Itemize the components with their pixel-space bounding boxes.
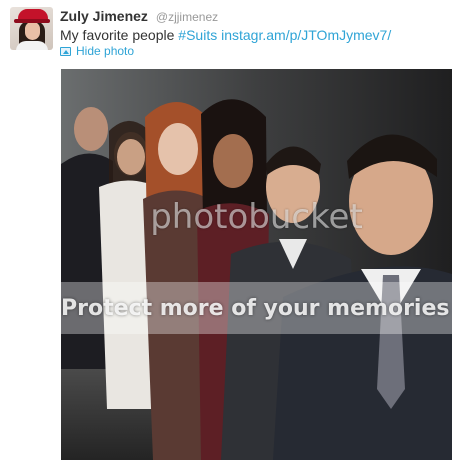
hide-photo-button[interactable]: Hide photo [60, 44, 134, 58]
hashtag-link[interactable]: #Suits [178, 27, 217, 43]
hide-photo-label: Hide photo [76, 44, 135, 58]
tweet-header: Zuly Jimenez @zjjimenez [60, 8, 218, 26]
avatar[interactable] [10, 7, 53, 50]
user-handle[interactable]: @zjjimenez [156, 10, 218, 24]
tweet-photo[interactable]: photobucket Protect more of your memorie… [61, 69, 452, 460]
instagram-link[interactable]: instagr.am/p/JTOmJymev7/ [221, 27, 391, 43]
tweet: Zuly Jimenez @zjjimenez My favorite peopl… [0, 0, 457, 463]
group-photo-image [61, 69, 452, 460]
tweet-text-prefix: My favorite people [60, 27, 179, 43]
photobucket-watermark: photobucket [150, 197, 363, 237]
photo-icon [60, 46, 71, 56]
user-fullname[interactable]: Zuly Jimenez [60, 8, 148, 24]
watermark-band-text: Protect more of your memories for less! [61, 296, 452, 321]
tweet-text: My favorite people #Suits instagr.am/p/J… [60, 27, 391, 44]
